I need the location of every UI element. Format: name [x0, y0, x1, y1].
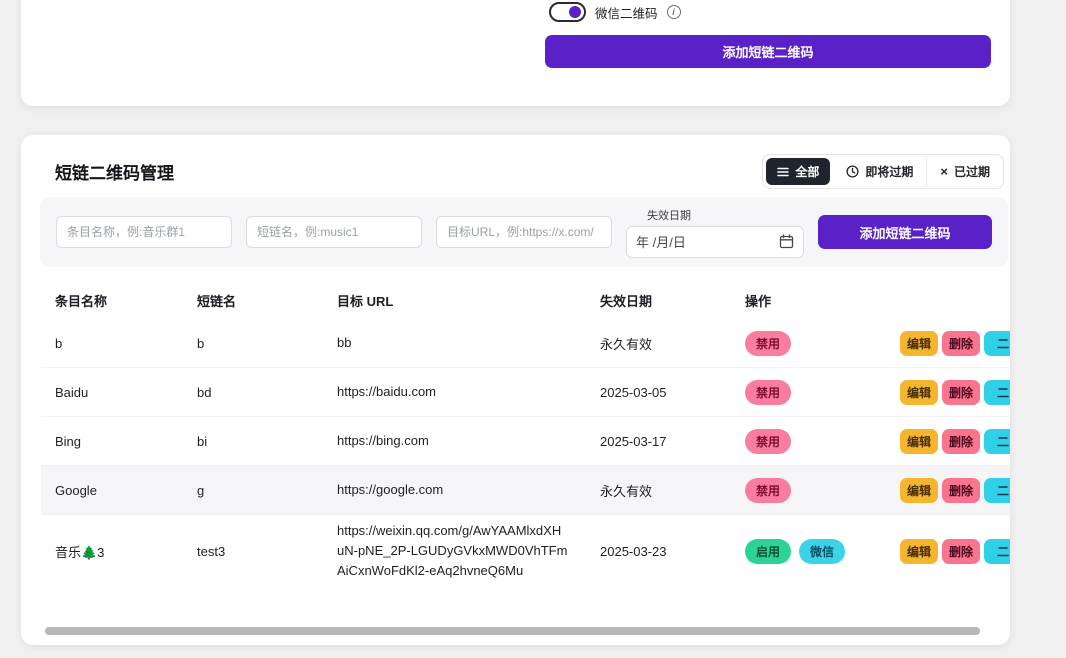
edit-button[interactable]: 编辑 [900, 380, 938, 405]
edit-button[interactable]: 编辑 [900, 429, 938, 454]
tab-expiring-soon-label: 即将过期 [865, 163, 913, 180]
header-slug: 短链名 [183, 291, 323, 310]
cell-expiry: 2025-03-17 [586, 434, 731, 449]
header-entry-name: 条目名称 [41, 291, 183, 310]
cell-operations: 禁用 [731, 331, 886, 356]
cell-actions: 编辑 删除 二 [886, 331, 1010, 356]
date-value: 年 /月/日 [636, 232, 686, 251]
cell-slug: b [183, 336, 323, 351]
qr-button[interactable]: 二 [984, 478, 1010, 503]
cell-expiry: 永久有效 [586, 334, 731, 353]
list-icon [777, 166, 789, 178]
expiry-date-label: 失效日期 [647, 207, 804, 223]
qr-form-card: 微信二维码 i 添加短链二维码 [21, 0, 1010, 106]
tab-expired[interactable]: × 已过期 [926, 156, 1003, 187]
cell-operations: 禁用 [731, 380, 886, 405]
cell-operations: 启用 微信 [731, 539, 886, 564]
table-row: b b bb 永久有效 禁用 编辑 删除 二 [41, 319, 1010, 368]
cell-actions: 编辑 删除 二 [886, 478, 1010, 503]
cell-slug: bi [183, 434, 323, 449]
table-body: b b bb 永久有效 禁用 编辑 删除 二 Baidu bd https://… [41, 319, 1010, 587]
cell-target-url: https://google.com [323, 480, 586, 500]
cell-actions: 编辑 删除 二 [886, 380, 1010, 405]
table-row: 音乐🌲3 test3 https://weixin.qq.com/g/AwYAA… [41, 515, 1010, 587]
cell-slug: test3 [183, 544, 323, 559]
cell-actions: 编辑 删除 二 [886, 539, 1010, 564]
cell-entry-name: Bing [41, 434, 183, 449]
qr-button[interactable]: 二 [984, 539, 1010, 564]
qr-button[interactable]: 二 [984, 331, 1010, 356]
header-expiry: 失效日期 [586, 291, 731, 310]
header-operations: 操作 [731, 291, 886, 310]
cell-target-url: bb [323, 333, 586, 353]
entry-name-input[interactable] [56, 216, 232, 248]
cell-actions: 编辑 删除 二 [886, 429, 1010, 454]
x-icon: × [940, 165, 948, 178]
info-icon[interactable]: i [667, 5, 681, 19]
add-shortlink-qr-button-filter[interactable]: 添加短链二维码 [818, 215, 992, 249]
delete-button[interactable]: 删除 [942, 380, 980, 405]
status-badge[interactable]: 禁用 [745, 331, 791, 356]
calendar-icon[interactable] [779, 234, 794, 249]
status-badge[interactable]: 启用 [745, 539, 791, 564]
edit-button[interactable]: 编辑 [900, 478, 938, 503]
clock-icon [846, 165, 859, 178]
filter-tabs: 全部 即将过期 × 已过期 [762, 154, 1004, 189]
edit-button[interactable]: 编辑 [900, 331, 938, 356]
expiry-date-input[interactable]: 年 /月/日 [626, 226, 804, 258]
cell-operations: 禁用 [731, 478, 886, 503]
wechat-badge[interactable]: 微信 [799, 539, 845, 564]
target-url-input[interactable] [436, 216, 612, 248]
delete-button[interactable]: 删除 [942, 429, 980, 454]
add-shortlink-qr-button[interactable]: 添加短链二维码 [545, 35, 991, 68]
qr-button[interactable]: 二 [984, 429, 1010, 454]
tab-all[interactable]: 全部 [766, 158, 830, 185]
table-header: 条目名称 短链名 目标 URL 失效日期 操作 [41, 281, 1010, 319]
cell-entry-name: Baidu [41, 385, 183, 400]
cell-entry-name: Google [41, 483, 183, 498]
delete-button[interactable]: 删除 [942, 331, 980, 356]
filter-bar: 失效日期 年 /月/日 添加短链二维码 [40, 197, 1008, 267]
shortlink-table: 条目名称 短链名 目标 URL 失效日期 操作 b b bb 永久有效 禁用 编… [41, 281, 1010, 587]
delete-button[interactable]: 删除 [942, 478, 980, 503]
tab-all-label: 全部 [795, 163, 819, 180]
edit-button[interactable]: 编辑 [900, 539, 938, 564]
table-row: Baidu bd https://baidu.com 2025-03-05 禁用… [41, 368, 1010, 417]
qr-form-right-column: 微信二维码 i 添加短链二维码 [545, 2, 991, 68]
cell-target-url: https://weixin.qq.com/g/AwYAAMlxdXHuN-pN… [323, 521, 586, 581]
wechat-toggle-label: 微信二维码 [595, 3, 658, 22]
toggle-knob [569, 6, 581, 18]
cell-target-url: https://bing.com [323, 431, 586, 451]
cell-target-url: https://baidu.com [323, 382, 586, 402]
cell-entry-name: b [41, 336, 183, 351]
tab-expiring-soon[interactable]: 即将过期 [833, 156, 926, 187]
status-badge[interactable]: 禁用 [745, 429, 791, 454]
tab-expired-label: 已过期 [954, 163, 990, 180]
qr-button[interactable]: 二 [984, 380, 1010, 405]
horizontal-scrollbar[interactable] [45, 627, 980, 635]
cell-slug: bd [183, 385, 323, 400]
table-row: Google g https://google.com 永久有效 禁用 编辑 删… [41, 466, 1010, 515]
shortlink-manager-card: 短链二维码管理 全部 即将过期 × 已过期 失效日期 年 /月/日 添加短链二维… [21, 135, 1010, 645]
slug-input[interactable] [246, 216, 422, 248]
delete-button[interactable]: 删除 [942, 539, 980, 564]
wechat-qr-toggle[interactable] [549, 2, 586, 22]
status-badge[interactable]: 禁用 [745, 478, 791, 503]
page-title: 短链二维码管理 [55, 159, 174, 184]
cell-operations: 禁用 [731, 429, 886, 454]
cell-expiry: 永久有效 [586, 481, 731, 500]
status-badge[interactable]: 禁用 [745, 380, 791, 405]
cell-expiry: 2025-03-05 [586, 385, 731, 400]
header-target-url: 目标 URL [323, 291, 586, 310]
cell-slug: g [183, 483, 323, 498]
cell-entry-name: 音乐🌲3 [41, 542, 183, 561]
cell-expiry: 2025-03-23 [586, 544, 731, 559]
expiry-date-group: 失效日期 年 /月/日 [626, 207, 804, 258]
table-row: Bing bi https://bing.com 2025-03-17 禁用 编… [41, 417, 1010, 466]
wechat-toggle-row: 微信二维码 i [549, 2, 991, 22]
